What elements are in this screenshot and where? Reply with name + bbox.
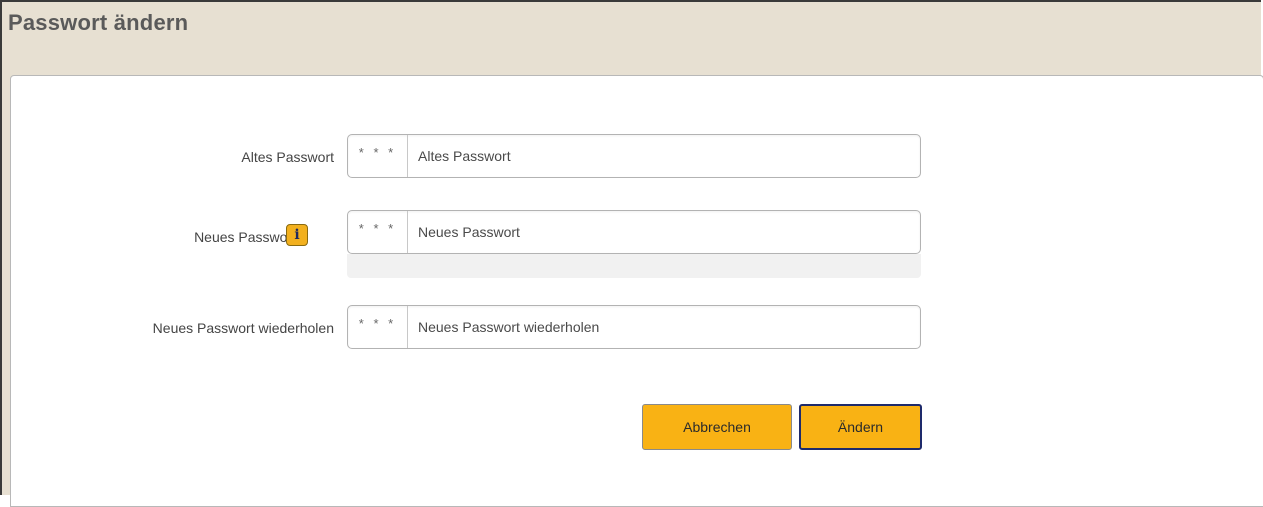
submit-button[interactable]: Ändern xyxy=(799,404,922,450)
password-mask-icon: * * * xyxy=(348,211,408,253)
info-icon[interactable]: i xyxy=(286,224,308,246)
new-password-input[interactable] xyxy=(408,211,920,253)
cancel-button[interactable]: Abbrechen xyxy=(642,404,792,450)
repeat-password-label: Neues Passwort wiederholen xyxy=(152,320,334,336)
password-mask-icon: * * * xyxy=(348,135,408,177)
dialog-title: Passwort ändern xyxy=(8,10,189,35)
new-password-field: * * * xyxy=(347,210,921,254)
password-mask-icon: * * * xyxy=(348,306,408,348)
old-password-input[interactable] xyxy=(408,135,920,177)
new-password-label: Neues Passwort xyxy=(194,229,296,245)
old-password-label: Altes Passwort xyxy=(241,149,334,165)
repeat-password-input[interactable] xyxy=(408,306,920,348)
old-password-field: * * * xyxy=(347,134,921,178)
repeat-password-field: * * * xyxy=(347,305,921,349)
password-strength-bar xyxy=(347,254,921,278)
